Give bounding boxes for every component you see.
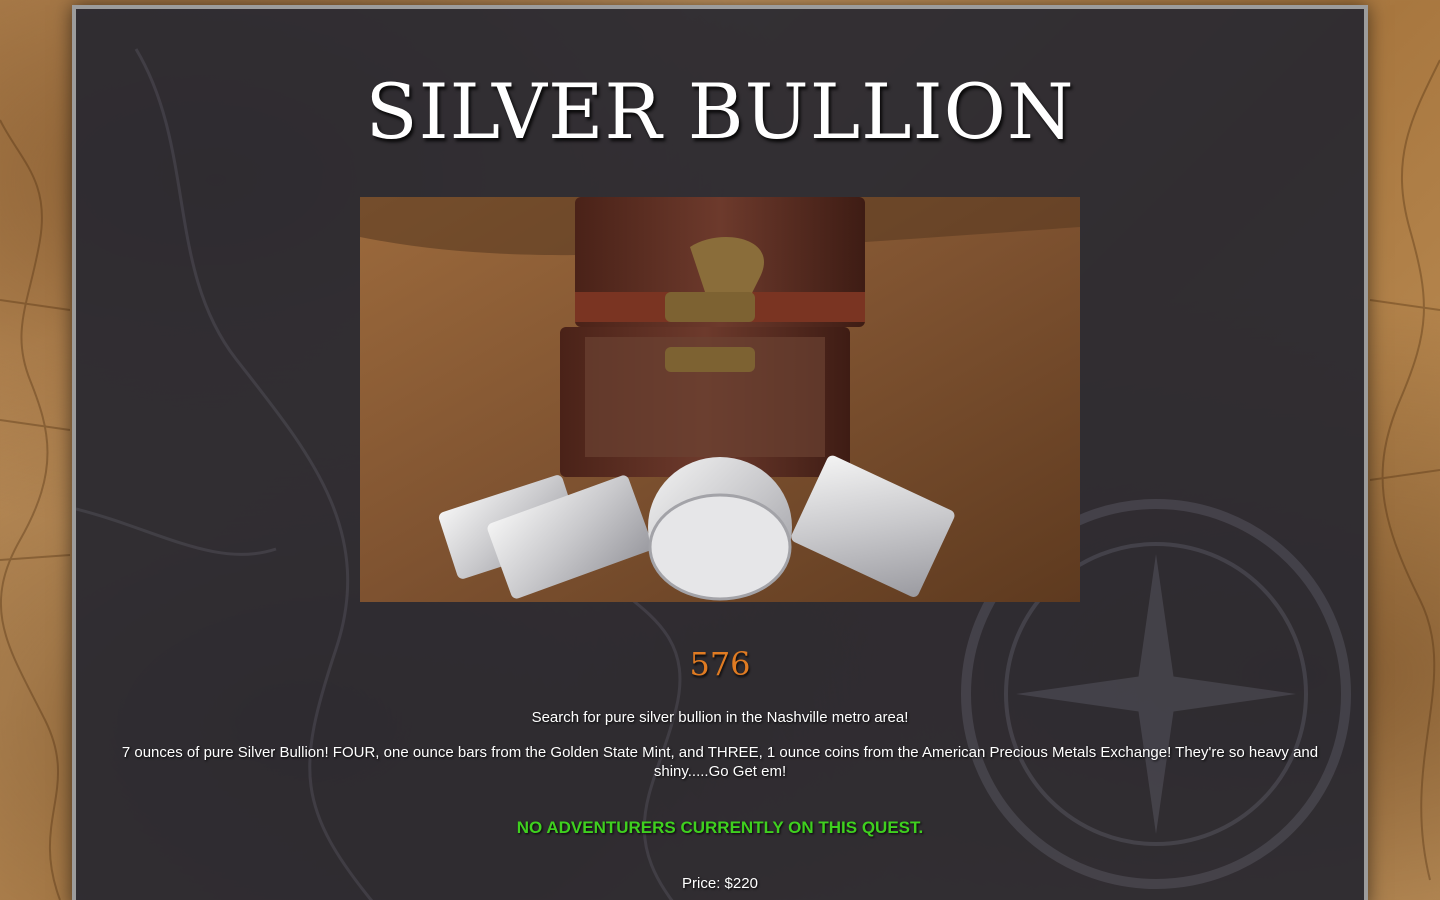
quest-number: 576 — [689, 645, 751, 683]
quest-description: 7 ounces of pure Silver Bullion! FOUR, o… — [121, 744, 1319, 780]
quest-photo — [360, 197, 1080, 602]
quest-panel: Silver Bullion — [72, 5, 1368, 900]
quest-status: No adventurers currently on this quest. — [516, 818, 924, 837]
quest-price: Price: $220 — [682, 875, 758, 892]
quest-title: Silver Bullion — [365, 67, 1075, 156]
quest-summary: Search for pure silver bullion in the Na… — [531, 709, 909, 726]
